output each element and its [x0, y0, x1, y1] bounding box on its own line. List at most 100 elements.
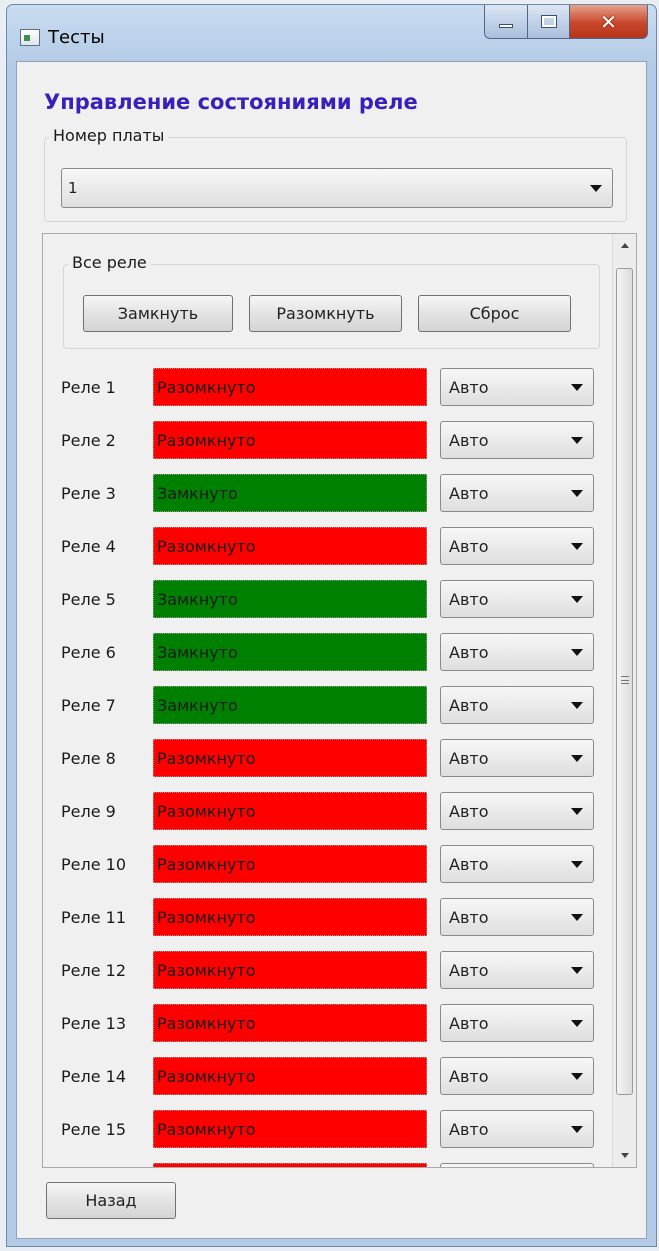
- relay-mode-value: Авто: [449, 536, 489, 556]
- title-bar[interactable]: Тесты ✕: [7, 5, 656, 61]
- scroll-thumb[interactable]: [616, 268, 633, 1095]
- relay-mode-select[interactable]: Авто: [440, 898, 594, 936]
- relay-state-indicator: Замкнуто: [153, 474, 427, 512]
- maximize-icon: [540, 15, 557, 28]
- relay-row: Реле 3 Замкнуто Авто: [43, 474, 603, 516]
- relay-row: Реле 16РазомкнутоАвто: [43, 1163, 603, 1167]
- relay-mode-value: Авто: [449, 1066, 489, 1086]
- relay-mode-select[interactable]: Авто: [440, 421, 594, 459]
- all-relays-group: Все реле Замкнуть Разомкнуть Сброс: [63, 253, 600, 349]
- relay-mode-value: Авто: [449, 748, 489, 768]
- relay-label: Реле 5: [61, 590, 116, 609]
- relay-state-indicator: Разомкнуто: [153, 845, 427, 883]
- relay-label: Реле 9: [61, 802, 116, 821]
- chevron-down-icon: [571, 490, 583, 497]
- minimize-button[interactable]: [484, 5, 528, 39]
- relay-mode-select[interactable]: Авто: [440, 792, 594, 830]
- relay-row: Реле 10 Разомкнуто Авто: [43, 845, 603, 887]
- relay-mode-select[interactable]: Авто: [440, 474, 594, 512]
- back-button[interactable]: Назад: [46, 1182, 176, 1219]
- scroll-up-icon: [621, 243, 629, 248]
- board-group: Номер платы 1: [44, 126, 627, 222]
- relay-mode-value: Авто: [449, 483, 489, 503]
- relay-mode-value: Авто: [449, 854, 489, 874]
- relay-state-indicator: Разомкнуто: [153, 739, 427, 777]
- relay-mode-select[interactable]: Авто: [440, 580, 594, 618]
- relay-row: Реле 7 Замкнуто Авто: [43, 686, 603, 728]
- relay-mode-select[interactable]: Авто: [440, 633, 594, 671]
- close-button[interactable]: ✕: [570, 5, 648, 39]
- relay-label: Реле 10: [61, 855, 127, 874]
- relay-mode-value: Авто: [449, 430, 489, 450]
- relay-state-indicator: Разомкнуто: [153, 951, 427, 989]
- relay-mode-select[interactable]: Авто: [440, 739, 594, 777]
- relay-label: Реле 7: [61, 696, 116, 715]
- relay-row: Реле 2 Разомкнуто Авто: [43, 421, 603, 463]
- app-icon: [20, 29, 40, 46]
- board-number-value: 1: [68, 179, 78, 197]
- relay-mode-value: Авто: [449, 801, 489, 821]
- relay-mode-select[interactable]: Авто: [440, 368, 594, 406]
- relay-mode-select[interactable]: Авто: [440, 845, 594, 883]
- relay-mode-value: Авто: [449, 1013, 489, 1033]
- relay-state-indicator: Разомкнуто: [153, 1163, 427, 1167]
- reset-all-button[interactable]: Сброс: [418, 295, 571, 332]
- chevron-down-icon: [571, 861, 583, 868]
- relay-label: Реле 1: [61, 378, 116, 397]
- relay-mode-value: Авто: [449, 695, 489, 715]
- chevron-down-icon: [590, 185, 602, 192]
- window-title: Тесты: [48, 27, 105, 48]
- relay-row: Реле 15 Разомкнуто Авто: [43, 1110, 603, 1152]
- scroll-down-button[interactable]: [613, 1143, 636, 1167]
- caption-buttons: ✕: [484, 5, 648, 39]
- relay-row: Реле 13 Разомкнуто Авто: [43, 1004, 603, 1046]
- chevron-down-icon: [571, 1126, 583, 1133]
- chevron-down-icon: [571, 1073, 583, 1080]
- minimize-icon: [499, 23, 513, 28]
- relay-state-indicator: Разомкнуто: [153, 421, 427, 459]
- vertical-scrollbar[interactable]: [612, 234, 636, 1167]
- relay-mode-select[interactable]: Авто: [440, 527, 594, 565]
- relay-row: Реле 4 Разомкнуто Авто: [43, 527, 603, 569]
- relay-row: Реле 14 Разомкнуто Авто: [43, 1057, 603, 1099]
- scroll-down-icon: [621, 1153, 629, 1158]
- maximize-button[interactable]: [528, 5, 570, 39]
- relay-label: Реле 12: [61, 961, 127, 980]
- relay-row: Реле 12 Разомкнуто Авто: [43, 951, 603, 993]
- relay-mode-select[interactable]: Авто: [440, 1057, 594, 1095]
- relay-mode-value: Авто: [449, 642, 489, 662]
- relay-state-indicator: Разомкнуто: [153, 792, 427, 830]
- relay-mode-select[interactable]: Авто: [440, 951, 594, 989]
- relay-mode-value: Авто: [449, 1119, 489, 1139]
- grip-icon: [621, 676, 629, 684]
- relay-row: Реле 6 Замкнуто Авто: [43, 633, 603, 675]
- close-all-button[interactable]: Замкнуть: [83, 295, 233, 332]
- relay-mode-select[interactable]: Авто: [440, 1163, 594, 1167]
- relay-mode-select[interactable]: Авто: [440, 686, 594, 724]
- relay-label: Реле 8: [61, 749, 116, 768]
- app-window: Тесты ✕ Управление состояниями реле Номе…: [6, 4, 657, 1247]
- chevron-down-icon: [571, 543, 583, 550]
- relay-state-indicator: Разомкнуто: [153, 527, 427, 565]
- chevron-down-icon: [571, 967, 583, 974]
- chevron-down-icon: [571, 384, 583, 391]
- board-group-label: Номер платы: [49, 126, 169, 145]
- relay-mode-select[interactable]: Авто: [440, 1004, 594, 1042]
- client-area: Управление состояниями реле Номер платы …: [16, 61, 647, 1239]
- chevron-down-icon: [571, 914, 583, 921]
- relay-label: Реле 15: [61, 1120, 127, 1139]
- relay-mode-value: Авто: [449, 377, 489, 397]
- chevron-down-icon: [571, 755, 583, 762]
- open-all-button[interactable]: Разомкнуть: [249, 295, 402, 332]
- relay-state-indicator: Замкнуто: [153, 686, 427, 724]
- relays-scroll-area[interactable]: Все реле Замкнуть Разомкнуть Сброс Реле …: [42, 233, 637, 1168]
- chevron-down-icon: [571, 649, 583, 656]
- scroll-up-button[interactable]: [613, 234, 636, 258]
- relay-state-indicator: Разомкнуто: [153, 368, 427, 406]
- relay-row: Реле 9 Разомкнуто Авто: [43, 792, 603, 834]
- relay-label: Реле 4: [61, 537, 116, 556]
- board-number-select[interactable]: 1: [61, 168, 613, 208]
- relay-mode-select[interactable]: Авто: [440, 1110, 594, 1148]
- relay-label: Реле 13: [61, 1014, 127, 1033]
- chevron-down-icon: [571, 596, 583, 603]
